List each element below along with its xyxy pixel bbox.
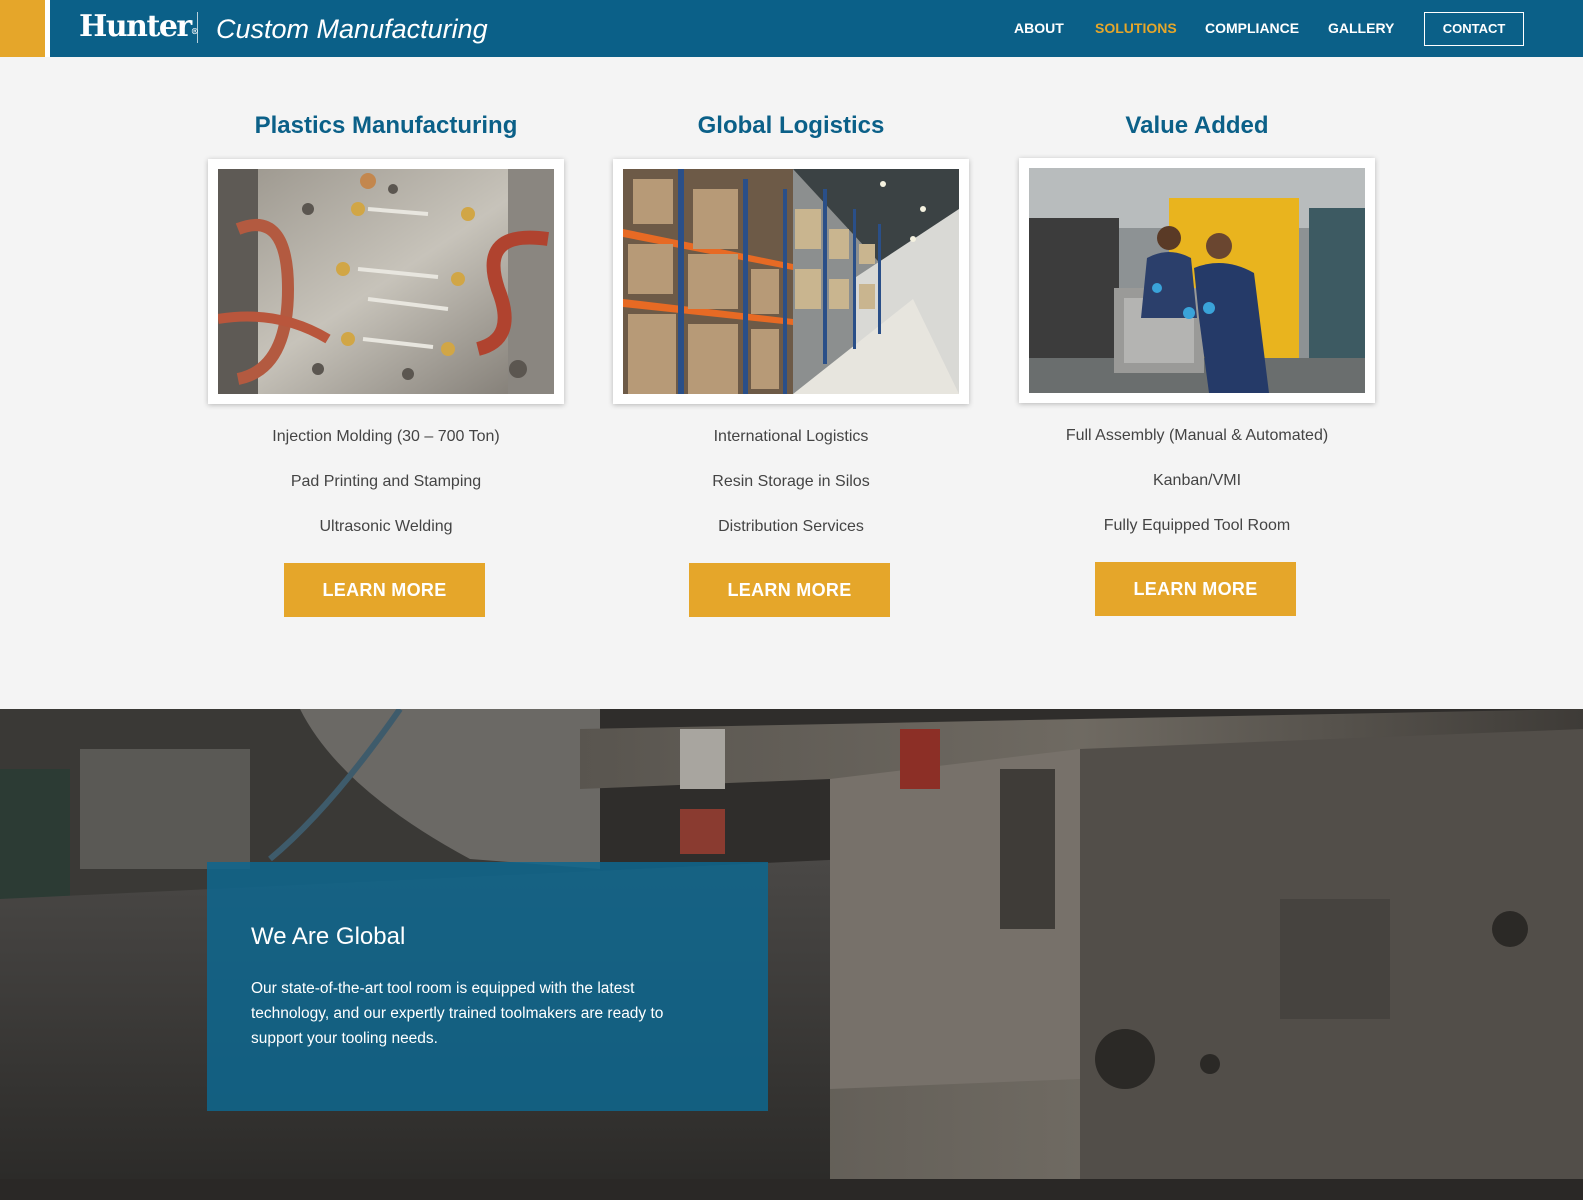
panel-text: Our state-of-the-art tool room is equipp… [251,980,664,1047]
injection-mold-photo [218,169,554,394]
service-item: Ultrasonic Welding [319,518,453,535]
learn-more-button[interactable]: LEARN MORE [1095,562,1296,616]
photo-frame [208,159,564,404]
nav-compliance[interactable]: COMPLIANCE [1205,0,1299,57]
service-item: Resin Storage in Silos [712,473,870,490]
logo-text: Hunter [79,9,192,44]
site-tagline: Custom Manufacturing [216,14,488,44]
accent-block [0,0,45,57]
service-item: Distribution Services [718,518,864,535]
service-item: International Logistics [713,428,869,445]
learn-more-button[interactable]: LEARN MORE [284,563,485,617]
photo-frame [613,159,969,404]
nav-about[interactable]: ABOUT [1014,0,1064,57]
site-header: Hunter® Custom Manufacturing ABOUT SOLUT… [0,0,1583,57]
service-item: Full Assembly (Manual & Automated) [1065,427,1329,444]
nav-solutions[interactable]: SOLUTIONS [1095,0,1177,57]
workers-assembly-photo [1029,168,1365,393]
service-item: Fully Equipped Tool Room [1103,517,1291,534]
service-item: Injection Molding (30 – 700 Ton) [272,428,500,445]
photo-frame [1019,158,1375,403]
column-title: Value Added [1125,112,1269,139]
nav-gallery[interactable]: GALLERY [1328,0,1394,57]
contact-button[interactable]: CONTACT [1424,12,1524,46]
accent-gap [45,0,50,57]
we-are-global-panel: We Are Global Our state-of-the-art tool … [207,862,768,1111]
service-item: Kanban/VMI [1152,472,1242,489]
learn-more-button[interactable]: LEARN MORE [689,563,890,617]
warehouse-photo [623,169,959,394]
hunter-logo[interactable]: Hunter® [79,8,199,46]
service-item: Pad Printing and Stamping [290,473,482,490]
column-title: Plastics Manufacturing [254,112,518,139]
column-title: Global Logistics [697,112,885,139]
logo-divider [197,12,198,43]
panel-title: We Are Global [251,923,406,950]
